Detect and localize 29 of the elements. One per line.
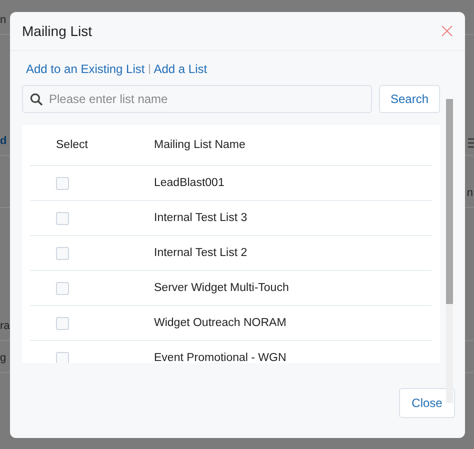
row-checkbox[interactable] [56, 176, 69, 190]
table-cell: Internal Test List 3 [153, 200, 432, 236]
background-text: ra [0, 320, 10, 332]
close-button[interactable]: Close [399, 388, 455, 418]
close-icon[interactable] [441, 25, 453, 37]
row-checkbox[interactable] [56, 282, 69, 294]
table-cell: Server Widget Multi-Touch [153, 270, 432, 306]
table-cell: Event Promotional - WGN [153, 340, 432, 363]
scrollbar[interactable] [446, 99, 453, 403]
link[interactable]: Add to an Existing List [26, 62, 145, 76]
search-icon [30, 93, 43, 106]
table-cell: Internal Test List 2 [153, 236, 432, 270]
row-checkbox[interactable] [56, 212, 69, 224]
search-button[interactable]: Search [379, 85, 440, 113]
search-field[interactable]: Please enter list name [22, 85, 372, 113]
column-header: Mailing List Name [153, 125, 432, 166]
table-cell: Widget Outreach NORAM [153, 306, 432, 340]
row-checkbox[interactable] [56, 316, 69, 330]
background-text: n [466, 187, 473, 199]
column-header: Select [30, 125, 153, 166]
row-checkbox[interactable] [56, 352, 69, 363]
background-text: d [0, 135, 7, 147]
background-text: g [0, 352, 6, 364]
row-checkbox[interactable] [56, 246, 69, 260]
table-cell: LeadBlast001 [153, 166, 432, 200]
dialog-title: Mailing List [22, 23, 92, 39]
background-text: n [0, 14, 6, 26]
link[interactable]: Add a List [154, 62, 208, 76]
menu-icon[interactable] [468, 138, 474, 148]
